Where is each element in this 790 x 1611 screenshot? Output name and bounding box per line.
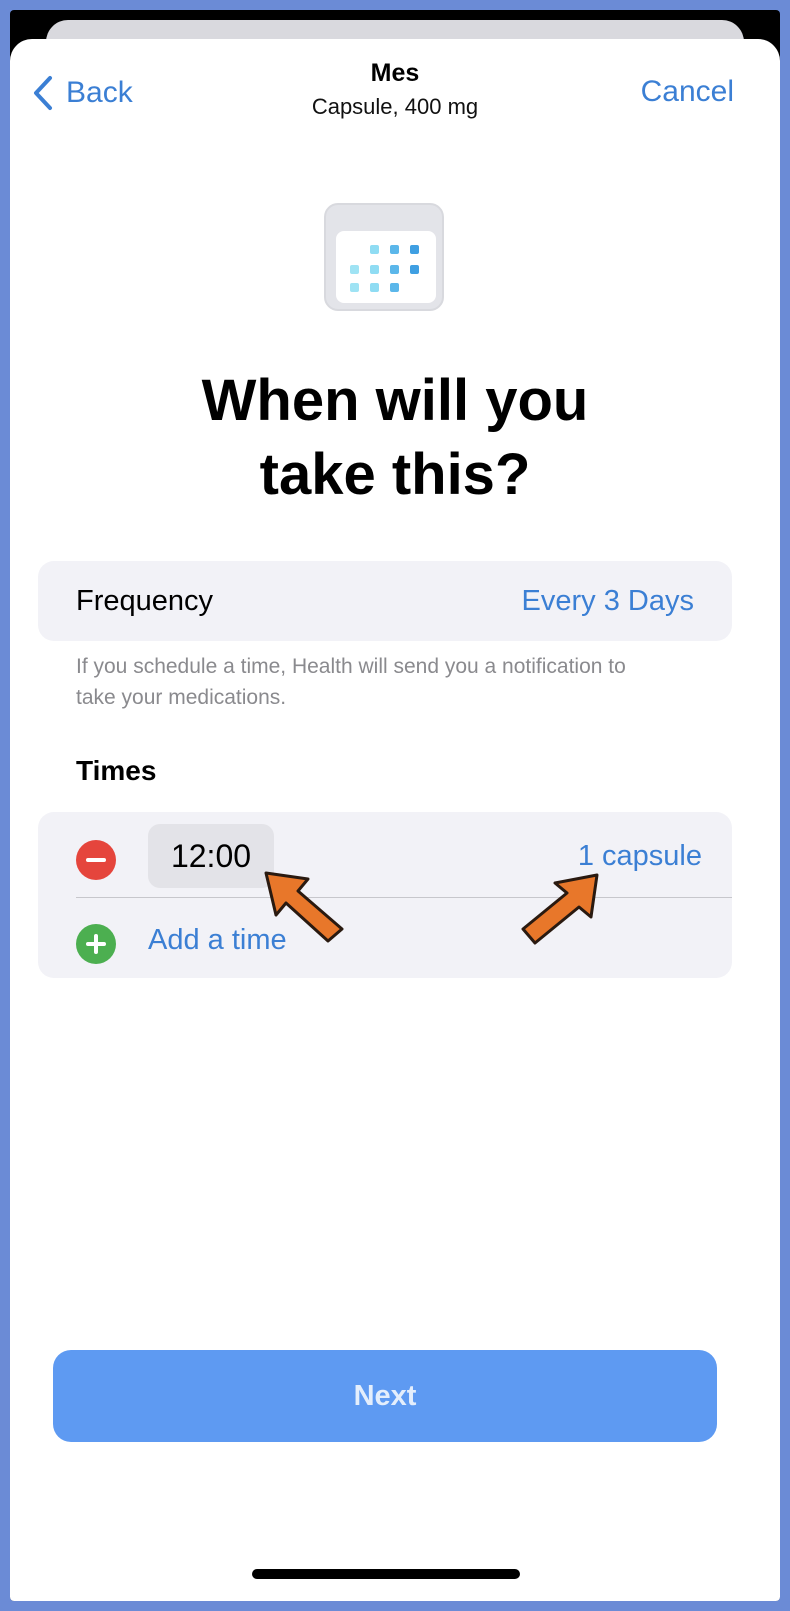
navigation-bar: Back Mes Capsule, 400 mg Cancel (10, 39, 780, 149)
times-section-label: Times (76, 755, 157, 786)
calendar-icon (324, 203, 444, 311)
home-indicator (252, 1569, 520, 1579)
frequency-label: Frequency (76, 585, 214, 617)
notification-note: If you schedule a time, Health will send… (76, 655, 626, 709)
dose-value[interactable]: 1 capsule (578, 840, 702, 873)
page-title-line-1: When will you (201, 368, 589, 433)
next-button[interactable]: Next (53, 1350, 717, 1442)
frequency-row[interactable]: Frequency Every 3 Days (38, 561, 732, 641)
frequency-value[interactable]: Every 3 Days (522, 585, 694, 618)
remove-time-button[interactable] (76, 840, 116, 880)
cancel-button[interactable]: Cancel (641, 75, 734, 109)
modal-sheet: Back Mes Capsule, 400 mg Cancel When wil… (10, 39, 780, 1601)
add-time-button[interactable] (76, 924, 116, 964)
annotation-arrow-time (264, 871, 344, 943)
times-card: 12:00 1 capsule Add a time (38, 812, 732, 978)
annotation-arrow-dose (521, 873, 599, 945)
divider (76, 897, 732, 898)
page-title-line-2: take this? (259, 442, 531, 507)
device-frame: Back Mes Capsule, 400 mg Cancel When wil… (10, 10, 780, 1601)
page-title: When will you take this? (10, 364, 780, 512)
time-picker-chip[interactable]: 12:00 (148, 824, 274, 888)
